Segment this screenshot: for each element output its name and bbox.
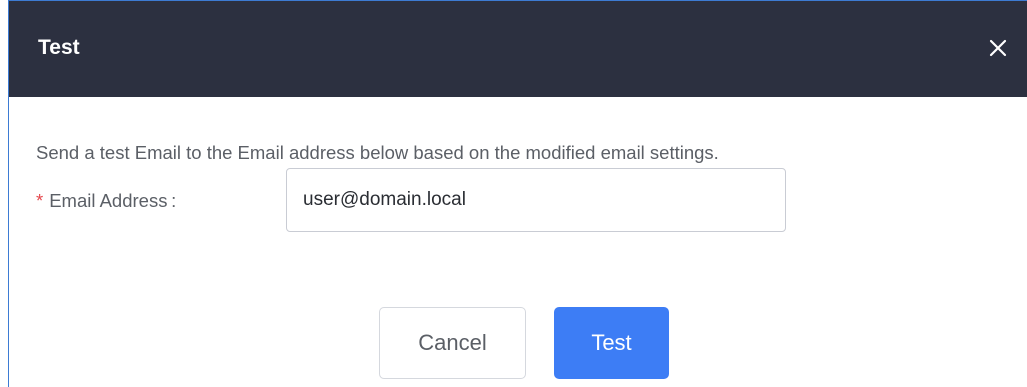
email-address-label-text: Email Address : xyxy=(49,190,177,211)
close-icon[interactable] xyxy=(985,35,1011,61)
email-address-input[interactable] xyxy=(286,168,786,232)
dialog-header: Test xyxy=(9,1,1027,97)
required-marker: * xyxy=(36,190,44,211)
dialog-description: Send a test Email to the Email address b… xyxy=(36,142,719,163)
dialog-title: Test xyxy=(38,36,80,59)
cancel-button[interactable]: Cancel xyxy=(379,307,526,379)
email-address-label: * Email Address : xyxy=(36,189,176,213)
test-email-dialog: Test Send a test Email to the Email addr… xyxy=(8,0,1027,387)
test-button[interactable]: Test xyxy=(554,307,669,379)
